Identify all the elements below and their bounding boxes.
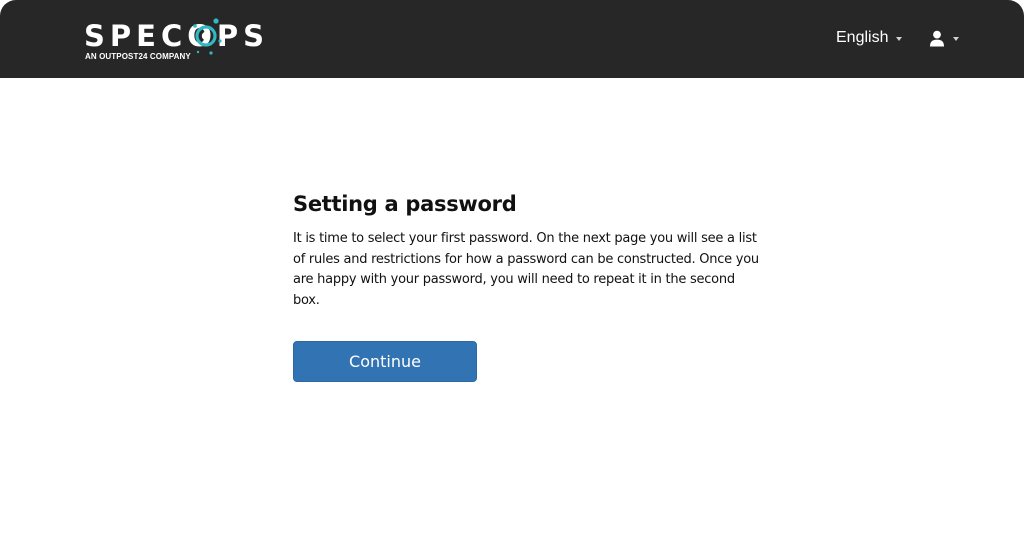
caret-down-icon bbox=[953, 36, 959, 41]
logo-tagline: AN OUTPOST24 COMPANY bbox=[85, 52, 191, 61]
continue-button[interactable]: Continue bbox=[293, 341, 477, 382]
top-navigation-bar: SPECOPS AN OUTPOST24 COMPANY English bbox=[0, 0, 1024, 78]
user-icon bbox=[930, 30, 944, 46]
logo-dots-icon bbox=[193, 18, 222, 55]
app-window: SPECOPS AN OUTPOST24 COMPANY English Set… bbox=[0, 0, 1024, 559]
caret-down-icon bbox=[896, 36, 903, 41]
language-selector[interactable]: English bbox=[836, 27, 903, 49]
logo-wordmark: SPECOPS bbox=[84, 19, 270, 53]
main-content: Setting a password It is time to select … bbox=[293, 190, 763, 311]
page-title: Setting a password bbox=[293, 192, 517, 216]
specops-logo: SPECOPS AN OUTPOST24 COMPANY bbox=[84, 18, 284, 66]
instructions-text: It is time to select your first password… bbox=[293, 231, 759, 308]
language-label: English bbox=[836, 29, 889, 46]
user-menu-button[interactable] bbox=[929, 27, 959, 49]
